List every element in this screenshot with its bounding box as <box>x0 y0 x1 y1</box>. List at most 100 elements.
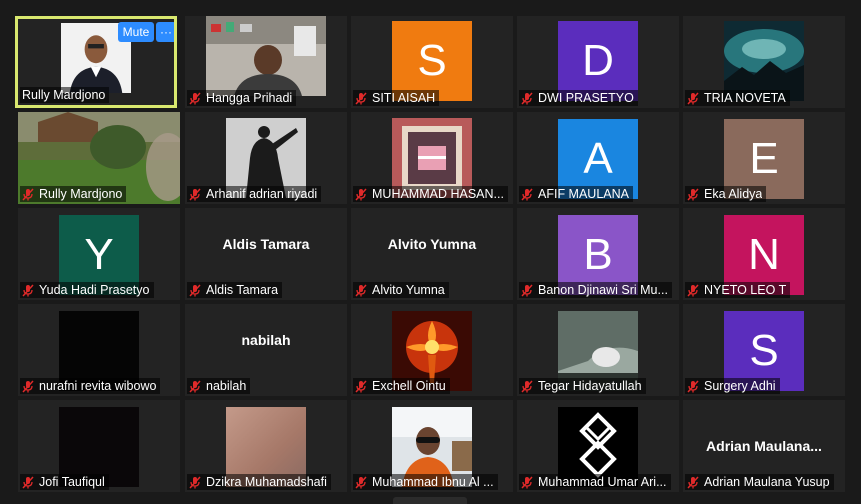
participant-label: Rully Mardjono <box>20 87 110 103</box>
mic-muted-icon <box>355 283 367 297</box>
participant-label: Tegar Hidayatullah <box>519 378 646 394</box>
participant-label: Exchell Ointu <box>353 378 450 394</box>
participant-tile[interactable]: Aldis Tamara Aldis Tamara <box>185 208 347 300</box>
participant-label: Yuda Hadi Prasetyo <box>20 282 154 298</box>
mic-muted-icon <box>521 475 533 489</box>
participant-label: Aldis Tamara <box>187 282 283 298</box>
participant-tile[interactable]: Y Yuda Hadi Prasetyo <box>18 208 180 300</box>
avatar-letter: D <box>558 21 638 101</box>
participant-name: TRIA NOVETA <box>704 91 786 105</box>
participant-name: Surgery Adhi <box>704 379 776 393</box>
mic-muted-icon <box>355 379 367 393</box>
participant-name: Muhammad Ibnu Al ... <box>372 475 494 489</box>
mic-muted-icon <box>687 475 699 489</box>
participant-tile[interactable]: Dzikra Muhamadshafi <box>185 400 347 492</box>
participant-label: Dzikra Muhamadshafi <box>187 474 331 490</box>
participant-label: AFIF MAULANA <box>519 186 633 202</box>
participant-tile[interactable]: nurafni revita wibowo <box>18 304 180 396</box>
mic-muted-icon <box>687 187 699 201</box>
mic-muted-icon <box>189 187 201 201</box>
participant-display-name: nabilah <box>241 332 291 348</box>
mic-muted-icon <box>189 475 201 489</box>
participant-label: Eka Alidya <box>685 186 767 202</box>
participant-name: nurafni revita wibowo <box>39 379 157 393</box>
participant-name: Banon Djinawi Sri Mu... <box>538 283 668 297</box>
mic-muted-icon <box>189 91 201 105</box>
participant-display-name: Adrian Maulana... <box>706 438 822 454</box>
participant-name: Adrian Maulana Yusup <box>704 475 830 489</box>
participant-label: nabilah <box>187 378 251 394</box>
participant-tile[interactable]: S SITI AISAH <box>351 16 513 108</box>
mic-muted-icon <box>687 283 699 297</box>
participant-tile[interactable]: Adrian Maulana... Adrian Maulana Yusup <box>683 400 845 492</box>
participant-name: nabilah <box>206 379 247 393</box>
participant-name: Eka Alidya <box>704 187 763 201</box>
participant-name: AFIF MAULANA <box>538 187 629 201</box>
participant-tile[interactable]: Tegar Hidayatullah <box>517 304 679 396</box>
participant-tile[interactable]: Hangga Prihadi <box>185 16 347 108</box>
mute-button[interactable]: Mute <box>118 22 154 42</box>
mic-muted-icon <box>355 91 367 105</box>
participant-name: Exchell Ointu <box>372 379 446 393</box>
participant-label: nurafni revita wibowo <box>20 378 161 394</box>
mic-muted-icon <box>521 283 533 297</box>
participant-tile[interactable]: N NYETO LEO T <box>683 208 845 300</box>
participant-tile[interactable]: MUHAMMAD HASAN... <box>351 112 513 204</box>
participant-name: Alvito Yumna <box>372 283 445 297</box>
avatar-letter: S <box>392 21 472 101</box>
participant-tile[interactable]: S Surgery Adhi <box>683 304 845 396</box>
participant-label: TRIA NOVETA <box>685 90 790 106</box>
participant-tile[interactable]: Muhammad Umar Ari... <box>517 400 679 492</box>
participant-tile[interactable]: Alvito Yumna Alvito Yumna <box>351 208 513 300</box>
participant-display-name: Alvito Yumna <box>387 236 477 252</box>
participant-tile[interactable]: A AFIF MAULANA <box>517 112 679 204</box>
participant-tile[interactable]: D DWI PRASETYO <box>517 16 679 108</box>
mic-muted-icon <box>521 379 533 393</box>
participant-name: Jofi Taufiqul <box>39 475 105 489</box>
mic-muted-icon <box>687 379 699 393</box>
participant-label: Muhammad Ibnu Al ... <box>353 474 498 490</box>
participant-video <box>206 16 326 96</box>
mic-muted-icon <box>521 187 533 201</box>
participant-name: Yuda Hadi Prasetyo <box>39 283 150 297</box>
mic-muted-icon <box>22 379 34 393</box>
mic-muted-icon <box>687 91 699 105</box>
participant-tile[interactable]: nabilah nabilah <box>185 304 347 396</box>
participant-name: Arhanif adrian riyadi <box>206 187 318 201</box>
participant-tile[interactable]: E Eka Alidya <box>683 112 845 204</box>
participant-tile[interactable]: B Banon Djinawi Sri Mu... <box>517 208 679 300</box>
participant-tile[interactable]: Mute ··· Rully Mardjono <box>15 16 177 108</box>
participant-label: Banon Djinawi Sri Mu... <box>519 282 672 298</box>
participant-name: Rully Mardjono <box>39 187 123 201</box>
participant-name: SITI AISAH <box>372 91 436 105</box>
participant-tile[interactable]: Exchell Ointu <box>351 304 513 396</box>
participant-name: Hangga Prihadi <box>206 91 293 105</box>
participant-tile[interactable]: Jofi Taufiqul <box>18 400 180 492</box>
participant-gallery: Mute ··· Rully Mardjono Hangga Prihadi S… <box>0 0 861 504</box>
participant-tile[interactable]: Rully Mardjono <box>18 112 180 204</box>
participant-name: Dzikra Muhamadshafi <box>206 475 327 489</box>
more-options-button[interactable]: ··· <box>156 22 174 42</box>
participant-label: DWI PRASETYO <box>519 90 638 106</box>
mic-muted-icon <box>189 379 201 393</box>
participant-name: MUHAMMAD HASAN... <box>372 187 504 201</box>
participant-name: Rully Mardjono <box>22 88 106 102</box>
participant-label: Hangga Prihadi <box>187 90 297 106</box>
gallery-bottom-bar <box>393 497 467 504</box>
mic-muted-icon <box>355 187 367 201</box>
participant-label: Muhammad Umar Ari... <box>519 474 671 490</box>
participant-tile[interactable]: Arhanif adrian riyadi <box>185 112 347 204</box>
participant-video <box>724 21 804 101</box>
mic-muted-icon <box>22 475 34 489</box>
participant-label: SITI AISAH <box>353 90 440 106</box>
participant-name: DWI PRASETYO <box>538 91 634 105</box>
participant-tile[interactable]: Muhammad Ibnu Al ... <box>351 400 513 492</box>
mic-muted-icon <box>22 283 34 297</box>
participant-tile[interactable]: TRIA NOVETA <box>683 16 845 108</box>
mic-muted-icon <box>22 187 34 201</box>
participant-name: NYETO LEO T <box>704 283 787 297</box>
participant-label: Arhanif adrian riyadi <box>187 186 322 202</box>
participant-label: Adrian Maulana Yusup <box>685 474 834 490</box>
participant-label: NYETO LEO T <box>685 282 791 298</box>
participant-label: MUHAMMAD HASAN... <box>353 186 508 202</box>
